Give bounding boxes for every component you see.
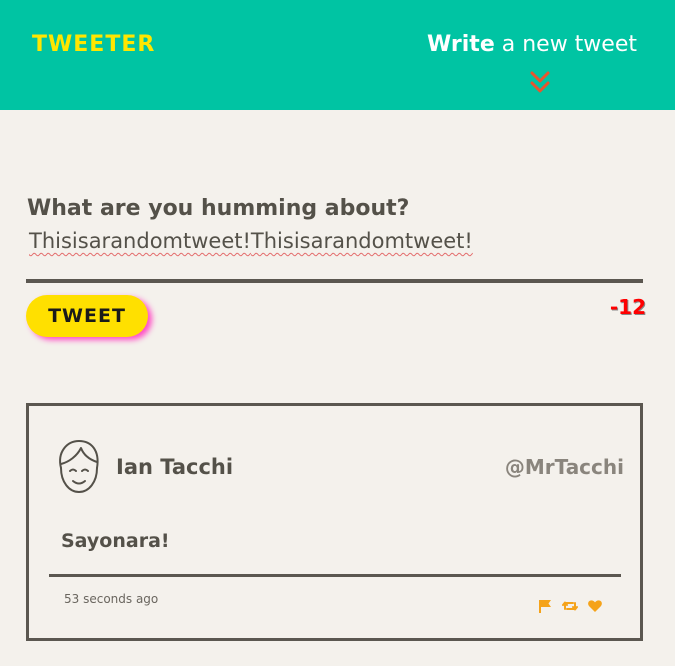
tweet-card: Ian Tacchi @MrTacchi Sayonara! 53 second… <box>26 403 643 641</box>
draft-word: Thisisarandomtweet! <box>250 229 473 253</box>
tweet-actions <box>537 598 603 614</box>
tweet-timestamp: 53 seconds ago <box>64 592 159 606</box>
tweet-button[interactable]: TWEET <box>26 295 148 337</box>
top-header: TWEETER Write a new tweet <box>0 0 675 110</box>
write-label: Write <box>427 32 495 57</box>
new-tweet-label: a new tweet <box>494 32 637 57</box>
author-handle[interactable]: @MrTacchi <box>505 455 624 479</box>
composer-prompt: What are you humming about? <box>27 196 410 221</box>
retweet-icon[interactable] <box>562 598 578 614</box>
heart-icon[interactable] <box>587 598 603 614</box>
tweet-input[interactable]: Thisisarandomtweet!Thisisarandomtweet! <box>29 229 629 253</box>
user-avatar-icon[interactable] <box>53 438 103 496</box>
author-name[interactable]: Ian Tacchi <box>116 455 233 479</box>
flag-icon[interactable] <box>537 598 553 614</box>
draft-word: Thisisarandomtweet! <box>29 229 251 253</box>
tweet-text: Sayonara! <box>61 530 170 552</box>
app-logo[interactable]: TWEETER <box>32 32 155 57</box>
composer-underline <box>26 279 643 283</box>
double-chevron-down-icon[interactable] <box>529 70 551 96</box>
card-divider <box>49 574 621 577</box>
character-counter: -12 <box>609 295 646 319</box>
write-new-tweet-link[interactable]: Write a new tweet <box>427 32 637 57</box>
